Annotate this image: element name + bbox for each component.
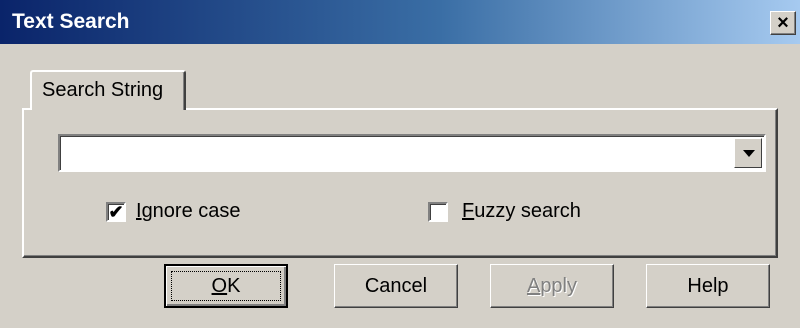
search-combobox[interactable] <box>58 134 766 172</box>
window-title: Text Search <box>12 10 130 33</box>
fuzzy-search-checkbox[interactable] <box>428 202 448 222</box>
ignore-case-checkbox[interactable]: ✔ <box>106 202 126 222</box>
fuzzy-search-mnemonic: F <box>462 200 475 222</box>
fuzzy-search-text: uzzy search <box>474 200 581 222</box>
apply-button: Apply <box>490 264 614 308</box>
ignore-case-text: gnore case <box>141 200 241 222</box>
apply-mnemonic: A <box>526 274 541 297</box>
cancel-label: Cancel <box>364 274 428 297</box>
tab-panel <box>22 108 778 258</box>
apply-label: Apply <box>527 275 577 298</box>
cancel-button[interactable]: Cancel <box>334 264 458 308</box>
ok-button[interactable]: OK <box>164 264 288 308</box>
tab-search-string[interactable]: Search String <box>30 70 186 110</box>
check-icon: ✔ <box>108 202 124 222</box>
title-bar: Text Search × <box>0 0 800 44</box>
help-button[interactable]: Help <box>646 264 770 308</box>
ignore-case-label[interactable]: Ignore case <box>136 200 241 223</box>
help-label: Help <box>687 274 729 297</box>
close-icon: × <box>777 12 789 34</box>
fuzzy-search-label[interactable]: Fuzzy search <box>462 200 581 223</box>
apply-rest: pply <box>540 274 578 297</box>
close-button[interactable]: × <box>770 11 796 35</box>
tab-label: Search String <box>42 79 164 101</box>
focus-rect <box>171 271 281 301</box>
chevron-down-icon[interactable] <box>734 138 762 168</box>
